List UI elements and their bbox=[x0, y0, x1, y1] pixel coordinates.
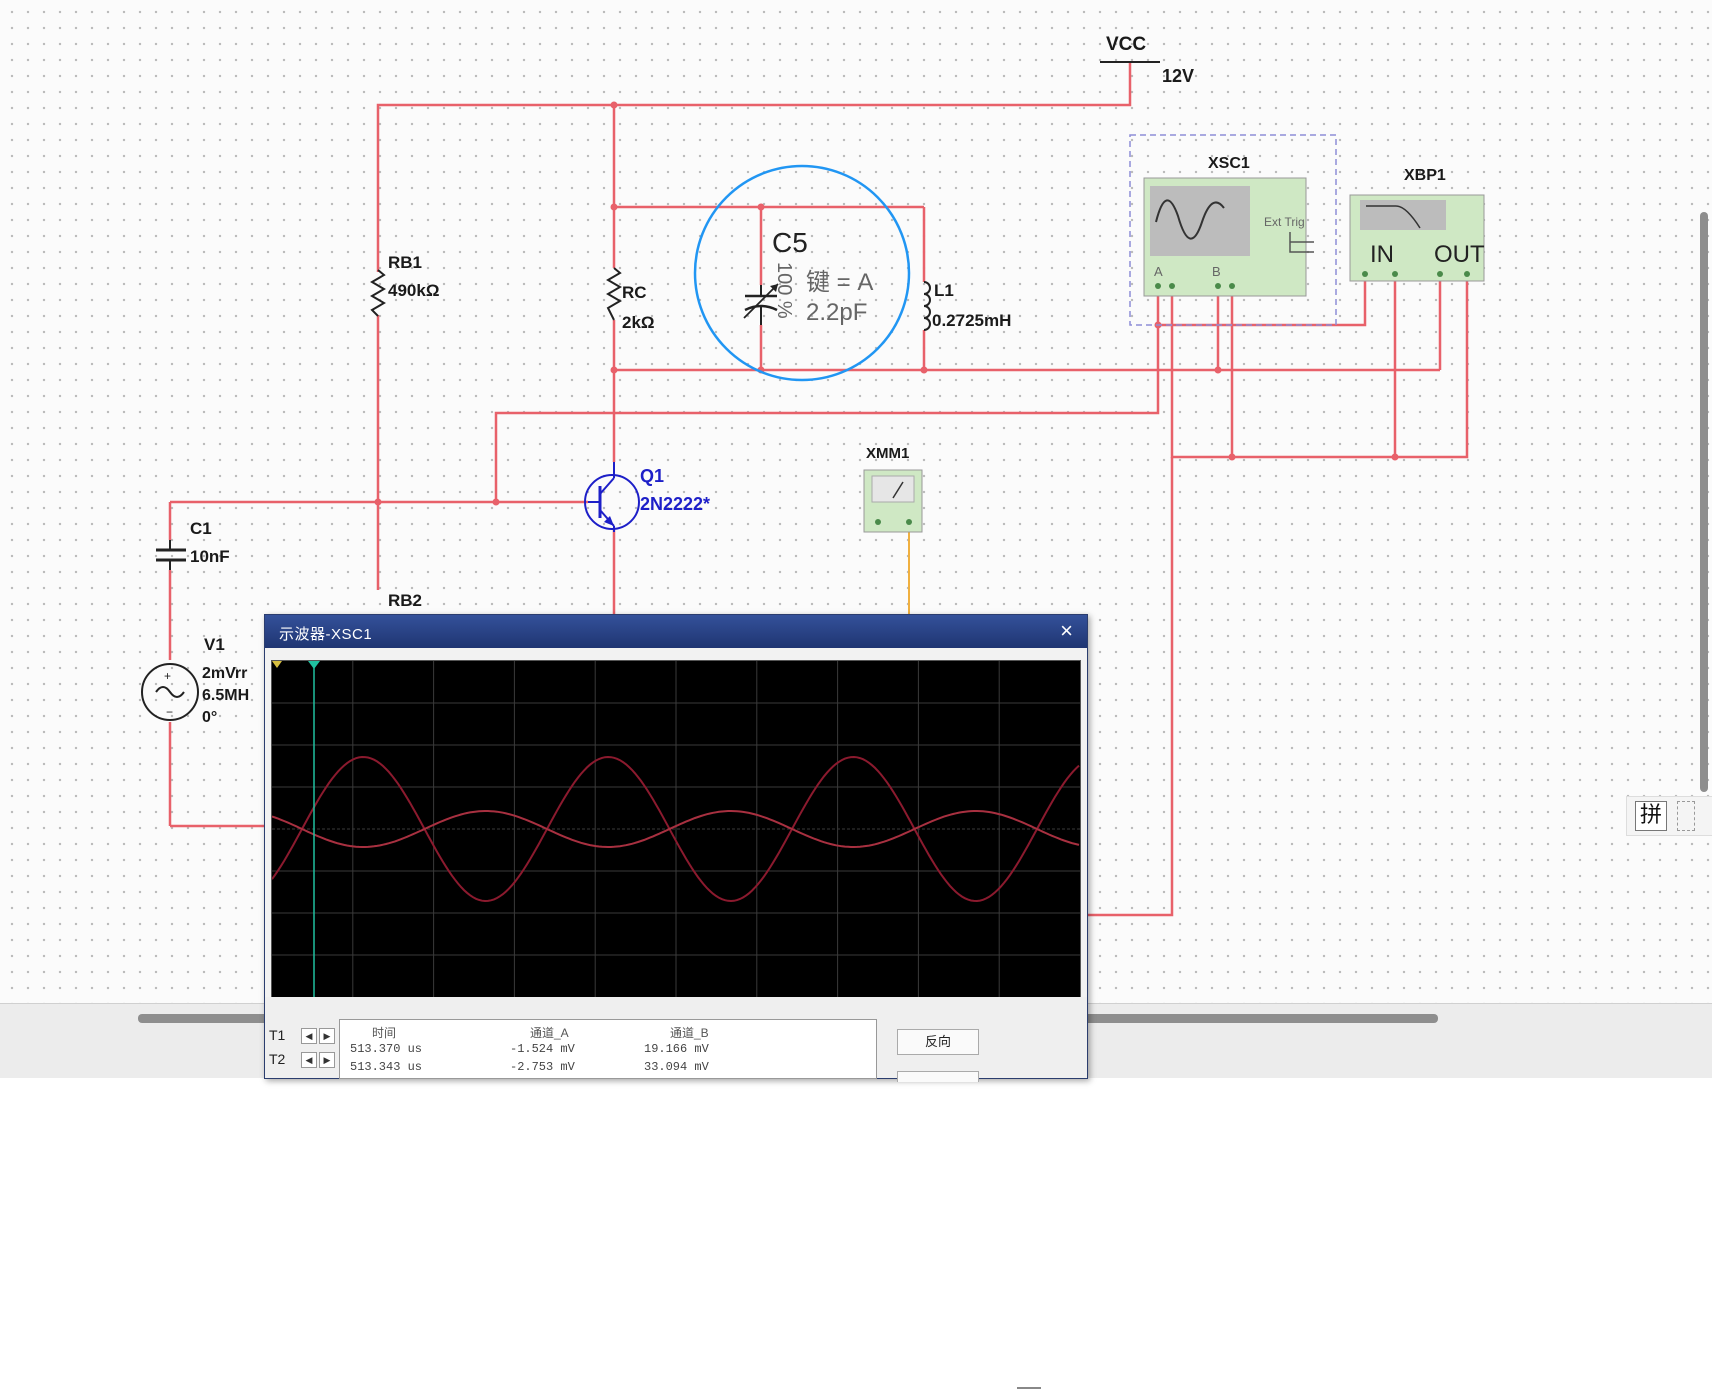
q1-value: 2N2222* bbox=[640, 494, 710, 514]
c1-label: C1 bbox=[190, 519, 212, 538]
xsc1-ext-trig: Ext Trig bbox=[1264, 215, 1305, 229]
xbp1-label: XBP1 bbox=[1404, 167, 1446, 184]
c5-value: 2.2pF bbox=[806, 299, 867, 326]
header-time: 时间 bbox=[372, 1026, 397, 1040]
t1-channel-b: 19.166 mV bbox=[644, 1042, 709, 1056]
t2-right-arrow-icon[interactable]: ▶ bbox=[319, 1052, 335, 1068]
cursor-readout-table: 时间 通道_A 通道_B 513.370 us -1.524 mV 19.166… bbox=[339, 1019, 877, 1079]
oscilloscope-window[interactable]: 示波器-XSC1 × T1 T2 ◀ ▶ ◀ ▶ 时间 通道_A 通道_B 51… bbox=[264, 614, 1088, 1389]
v1-label: V1 bbox=[204, 635, 225, 654]
c5-label: C5 bbox=[772, 227, 808, 258]
xsc1-instrument[interactable]: Ext Trig A B XSC1 bbox=[1129, 134, 1337, 326]
oscilloscope-title: 示波器-XSC1 bbox=[279, 626, 373, 643]
header-channel-a: 通道_A bbox=[530, 1026, 569, 1040]
cursor-t1-handle[interactable] bbox=[308, 661, 320, 669]
oscilloscope-titlebar[interactable]: 示波器-XSC1 × bbox=[265, 615, 1087, 648]
close-icon[interactable]: × bbox=[1060, 619, 1073, 643]
v1-ac-source[interactable]: + − V1 2mVrr 6.5MH 0° bbox=[141, 635, 249, 726]
t1-left-arrow-icon[interactable]: ◀ bbox=[301, 1028, 317, 1044]
rb2-label: RB2 bbox=[388, 591, 422, 610]
t1-right-arrow-icon[interactable]: ▶ bbox=[319, 1028, 335, 1044]
t1-channel-a: -1.524 mV bbox=[510, 1042, 575, 1056]
vcc-label: VCC bbox=[1106, 34, 1146, 55]
rb1-value: 490kΩ bbox=[388, 281, 439, 300]
reverse-button[interactable]: 反向 bbox=[897, 1029, 979, 1055]
l1-inductor[interactable]: L1 0.2725mH bbox=[923, 281, 1011, 331]
rc-value: 2kΩ bbox=[622, 313, 655, 332]
t2-time: 513.343 us bbox=[350, 1060, 423, 1074]
ime-indicator[interactable]: 拼 bbox=[1626, 796, 1712, 836]
xsc1-port-a: A bbox=[1154, 264, 1163, 279]
t1-label: T1 bbox=[269, 1027, 286, 1043]
c5-variable-capacitor[interactable]: C5 键 = A 2.2pF 100 % bbox=[743, 227, 873, 326]
panel-resize-handle[interactable] bbox=[1017, 1387, 1041, 1393]
ime-pinyin-char: 拼 bbox=[1635, 801, 1667, 831]
v1-line1: 2mVrr bbox=[202, 665, 247, 682]
xsc1-port-b: B bbox=[1212, 264, 1221, 279]
t2-label: T2 bbox=[269, 1051, 286, 1067]
svg-text:−: − bbox=[166, 705, 173, 719]
q1-transistor[interactable]: Q1 2N2222* bbox=[584, 462, 710, 532]
xbp1-in: IN bbox=[1370, 241, 1394, 268]
t2-channel-a: -2.753 mV bbox=[510, 1060, 575, 1074]
rb1-resistor[interactable]: RB1 490kΩ bbox=[370, 253, 439, 317]
oscilloscope-grid bbox=[272, 661, 1080, 997]
xbp1-instrument[interactable]: XBP1 IN OUT bbox=[1349, 167, 1485, 282]
c5-percent: 100 % bbox=[773, 262, 795, 319]
xsc1-label: XSC1 bbox=[1208, 155, 1250, 172]
header-channel-b: 通道_B bbox=[670, 1026, 709, 1040]
xmm1-label: XMM1 bbox=[866, 445, 909, 462]
svg-text:+: + bbox=[164, 669, 171, 683]
t2-channel-b: 33.094 mV bbox=[644, 1060, 709, 1074]
xbp1-out: OUT bbox=[1434, 241, 1485, 268]
cursor-t2-handle[interactable] bbox=[272, 661, 282, 668]
rc-label: RC bbox=[622, 283, 647, 302]
t1-time: 513.370 us bbox=[350, 1042, 423, 1056]
xmm1-instrument[interactable]: XMM1 bbox=[863, 445, 923, 533]
c5-key: 键 = A bbox=[806, 269, 873, 296]
l1-value: 0.2725mH bbox=[932, 311, 1011, 330]
vertical-scrollbar[interactable] bbox=[1700, 212, 1708, 792]
rb1-label: RB1 bbox=[388, 253, 422, 272]
l1-label: L1 bbox=[934, 281, 954, 300]
v1-line2: 6.5MH bbox=[202, 687, 249, 704]
vcc-value: 12V bbox=[1162, 66, 1194, 86]
v1-line3: 0° bbox=[202, 709, 217, 726]
highlight-circle bbox=[693, 164, 911, 382]
c1-value: 10nF bbox=[190, 547, 230, 566]
oscilloscope-traces bbox=[271, 661, 1080, 997]
oscilloscope-screen[interactable] bbox=[271, 660, 1081, 998]
vcc-symbol[interactable]: VCC 12V bbox=[1100, 34, 1194, 86]
q1-label: Q1 bbox=[640, 466, 664, 486]
t2-left-arrow-icon[interactable]: ◀ bbox=[301, 1052, 317, 1068]
ime-mode-icon bbox=[1677, 801, 1695, 831]
c1-capacitor[interactable]: C1 10nF bbox=[156, 519, 230, 570]
